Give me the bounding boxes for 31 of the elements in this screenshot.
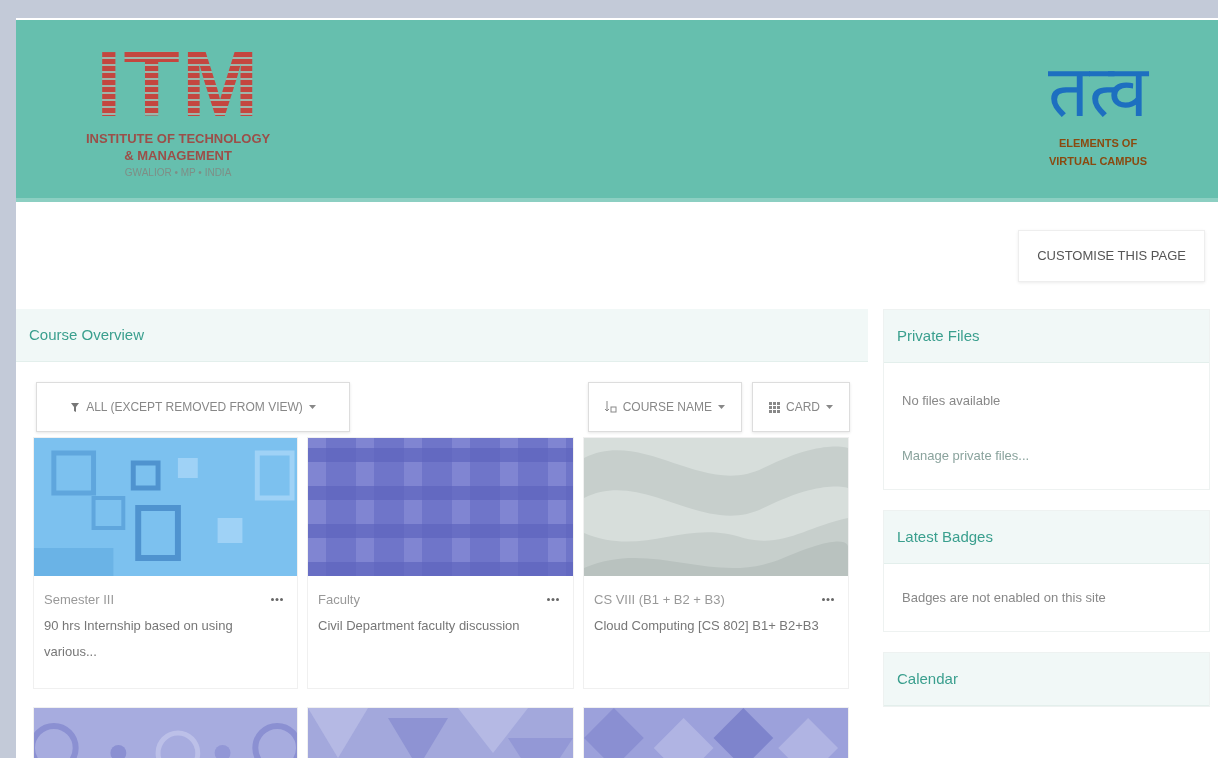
logo-text: INSTITUTE OF TECHNOLOGY [86,129,271,147]
customise-page-button[interactable]: CUSTOMISE THIS PAGE [1018,229,1205,282]
course-name-link[interactable]: Civil Department faculty discussion [318,613,563,639]
course-name-link[interactable]: Cloud Computing [CS 802] B1+ B2+B3 [594,613,838,639]
logo-text: & MANAGEMENT [124,146,232,164]
block-text: Badges are not enabled on this site [902,590,1107,605]
panel-title: Course Overview [16,309,868,362]
dropdown-button[interactable]: CARD [752,382,850,432]
course-category: Faculty [318,592,360,607]
dots-icon [271,598,283,601]
logo-text: ELEMENTS OF [1058,136,1138,151]
logo-mark: तत्व [1048,48,1148,134]
caret-icon [826,405,833,409]
logo-text: VIRTUAL CAMPUS [1048,154,1148,169]
dots-icon [547,598,559,601]
dropdown-button[interactable]: COURSE NAME [587,382,742,432]
course-name-link[interactable]: 90 hrs Internship based on using various... [44,613,287,665]
dots-icon [822,598,834,601]
course-category: Semester III [44,592,115,607]
panel-title: Private Files [884,310,1209,363]
manage-files-link[interactable]: Manage private files... [902,448,1191,463]
sort-icon [604,401,617,413]
grid-icon [769,401,780,413]
caret-icon [718,405,725,409]
block-text: No files available [902,393,1002,408]
course-category: CS VIII (B1 + B2 + B3) [594,592,725,607]
funnel-icon [70,401,81,413]
caret-icon [308,405,316,409]
panel-title: Calendar [884,653,1209,706]
panel-title: Latest Badges [884,511,1209,564]
dropdown-button[interactable]: ALL (EXCEPT REMOVED FROM VIEW) [36,382,350,432]
